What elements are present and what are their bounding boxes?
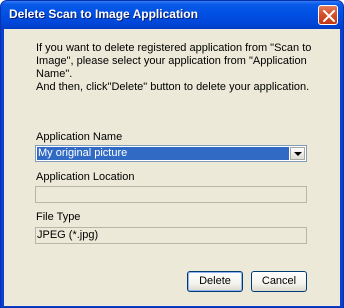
dialog-body: If you want to delete registered applica… — [4, 29, 340, 306]
file-type-label: File Type — [36, 211, 81, 223]
application-name-select[interactable]: My original picture — [35, 145, 307, 162]
instruction-line: Name". — [36, 68, 73, 80]
dropdown-button[interactable] — [290, 147, 305, 160]
cancel-button[interactable]: Cancel — [251, 271, 307, 292]
chevron-down-icon — [294, 152, 302, 156]
application-name-selected: My original picture — [37, 147, 289, 160]
close-icon — [323, 10, 335, 22]
close-button[interactable] — [318, 5, 338, 25]
application-name-label: Application Name — [36, 131, 123, 143]
application-location-label: Application Location — [36, 171, 135, 183]
file-type-field: JPEG (*.jpg) — [35, 227, 307, 244]
title-bar[interactable]: Delete Scan to Image Application — [1, 1, 343, 29]
instruction-line: Image", please select your application f… — [36, 55, 307, 67]
instruction-line: And then, click"Delete" button to delete… — [36, 81, 310, 93]
instruction-line: If you want to delete registered applica… — [36, 42, 312, 54]
dialog-window: Delete Scan to Image Application If you … — [0, 0, 344, 308]
application-location-field — [35, 186, 307, 203]
delete-button[interactable]: Delete — [187, 271, 243, 292]
instruction-text: If you want to delete registered applica… — [36, 42, 326, 94]
window-title: Delete Scan to Image Application — [9, 7, 198, 21]
